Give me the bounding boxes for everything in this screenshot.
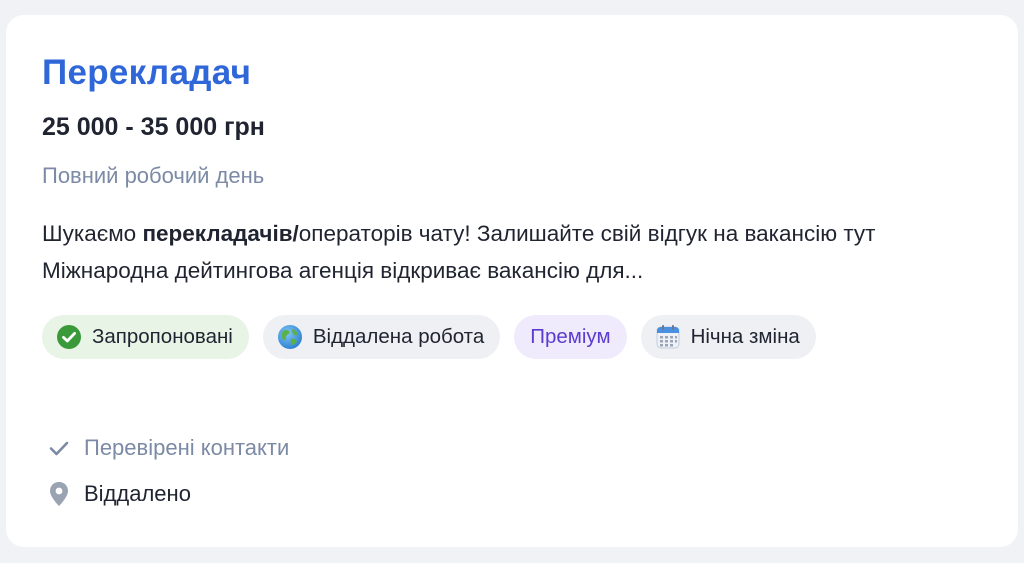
tag-label: Преміум [530, 325, 611, 348]
page-background: Перекладач 25 000 - 35 000 грн Повний ро… [0, 0, 1024, 563]
location-label: Віддалено [84, 481, 191, 506]
job-title-link[interactable]: Перекладач [42, 51, 251, 95]
verified-contacts: Перевірені контакти [46, 433, 289, 463]
schedule: Повний робочий день [42, 163, 265, 188]
tag-night-shift[interactable]: Нічна зміна [640, 315, 816, 359]
tag-remote-work[interactable]: Віддалена робота [262, 315, 501, 359]
location: Віддалено [46, 479, 191, 509]
checkmark-icon [46, 435, 72, 461]
tag-label: Запропоновані [92, 325, 233, 348]
tag-list: Запропоновані Віддалена робота Преміум Н… [42, 315, 816, 359]
tag-label: Віддалена робота [312, 325, 485, 348]
description-highlight: перекладачів/ [142, 221, 299, 246]
job-description: Шукаємо перекладачів/операторів чату! За… [42, 215, 982, 289]
job-card[interactable]: Перекладач 25 000 - 35 000 грн Повний ро… [6, 15, 1018, 547]
verified-contacts-label: Перевірені контакти [84, 435, 290, 460]
map-pin-icon [46, 481, 72, 507]
tag-suggested[interactable]: Запропоновані [42, 315, 249, 359]
salary: 25 000 - 35 000 грн [42, 113, 265, 141]
calendar-icon [655, 324, 681, 350]
description-text-start: Шукаємо [42, 221, 143, 246]
globe-icon [277, 324, 303, 350]
green-check-circle-icon [56, 324, 82, 350]
tag-label: Нічна зміна [690, 325, 800, 348]
tag-premium[interactable]: Преміум [514, 315, 627, 359]
